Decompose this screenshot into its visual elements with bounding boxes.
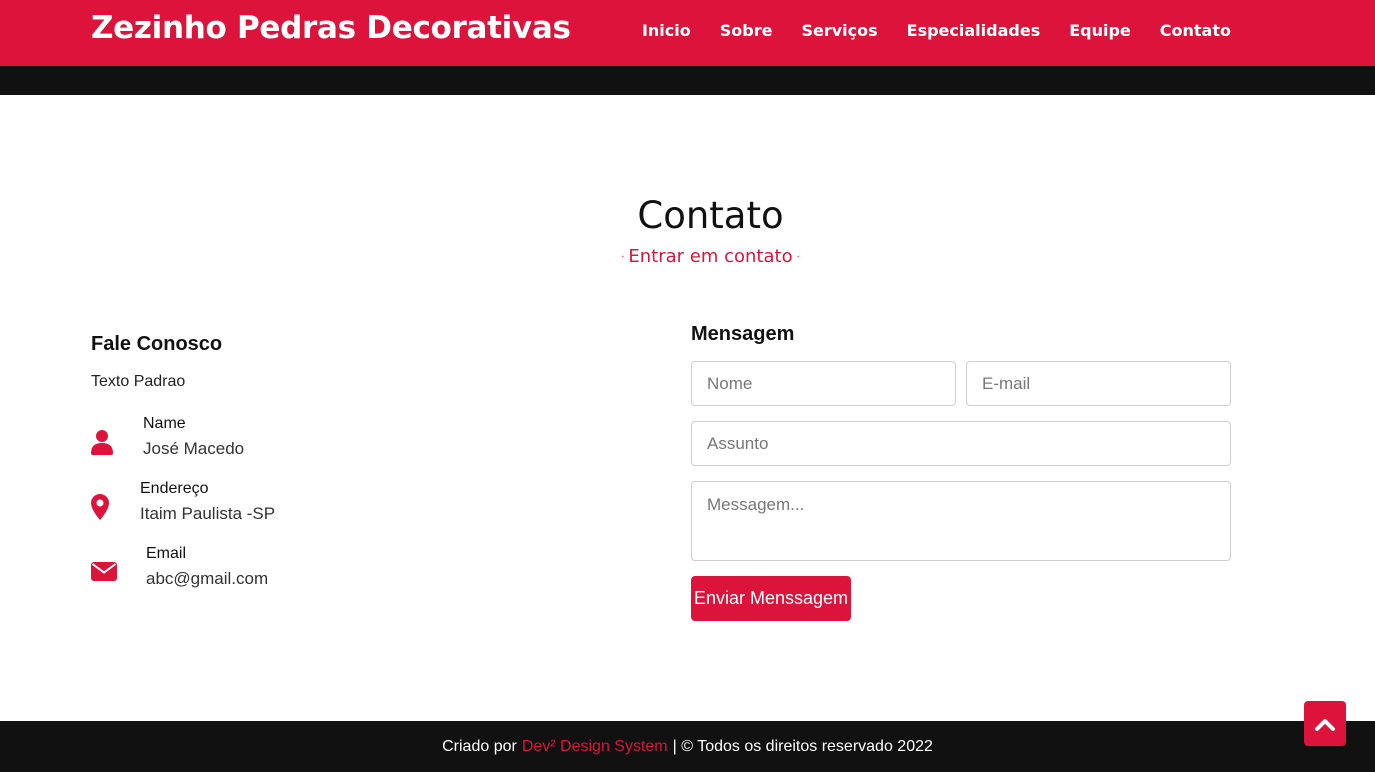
user-icon [91,415,143,455]
envelope-icon [91,545,146,581]
subject-input[interactable]: Assunto [691,421,1231,466]
info-label-name: Name [143,415,186,432]
info-value-address: Itaim Paulista -SP [140,504,276,523]
nav-item-especialidades[interactable]: Especialidades [907,21,1041,40]
navbar: Zezinho Pedras Decorativas Inicio Sobre … [0,0,1375,66]
name-input[interactable]: Nome [691,361,956,406]
header-divider-band [0,66,1375,95]
info-label-address: Endereço [140,480,209,497]
contact-form: Mensagem Nome E-mail Assunto Messagem...… [691,323,1231,621]
contact-info-title: Fale Conosco [91,333,223,355]
footer-copyright: | © Todos os direitos reservado 2022 [672,737,933,755]
footer: Criado por Dev² Design System | © Todos … [0,721,1375,772]
contact-info: Fale Conosco Texto Padrao Name José Mace… [91,333,611,588]
section-subtitle: · Entrar em contato · [0,246,1375,267]
subtitle-right-dot: · [796,251,800,263]
back-to-top-button[interactable] [1304,701,1346,746]
nav-item-servicos[interactable]: Serviços [801,21,877,40]
subtitle-text: Entrar em contato [628,246,793,267]
info-item-address: Endereço Itaim Paulista -SP [91,480,275,524]
info-label-email: Email [146,545,187,562]
nav-item-contato[interactable]: Contato [1160,21,1231,40]
footer-credit-link[interactable]: Dev² Design System [522,738,668,756]
brand-logo[interactable]: Zezinho Pedras Decorativas [91,10,571,46]
email-input[interactable]: E-mail [966,361,1231,406]
form-title: Mensagem [691,323,795,345]
info-item-name: Name José Macedo [91,415,244,459]
message-textarea[interactable]: Messagem... [691,481,1231,561]
nav-item-sobre[interactable]: Sobre [720,21,773,40]
nav-menu: Inicio Sobre Serviços Especialidades Equ… [613,21,1231,40]
section-title: Contato [637,194,784,237]
nav-item-equipe[interactable]: Equipe [1069,21,1131,40]
nav-item-inicio[interactable]: Inicio [642,21,691,40]
subtitle-left-dot: · [621,251,625,263]
chevron-up-icon [1315,718,1335,731]
info-item-email: Email abc@gmail.com [91,545,268,589]
contact-info-text: Texto Padrao [91,373,186,390]
info-value-name: José Macedo [143,439,245,458]
map-pin-icon [91,480,140,520]
send-message-button[interactable]: Enviar Menssagem [691,576,851,621]
footer-prefix: Criado por [442,737,517,755]
info-value-email: abc@gmail.com [146,569,269,588]
